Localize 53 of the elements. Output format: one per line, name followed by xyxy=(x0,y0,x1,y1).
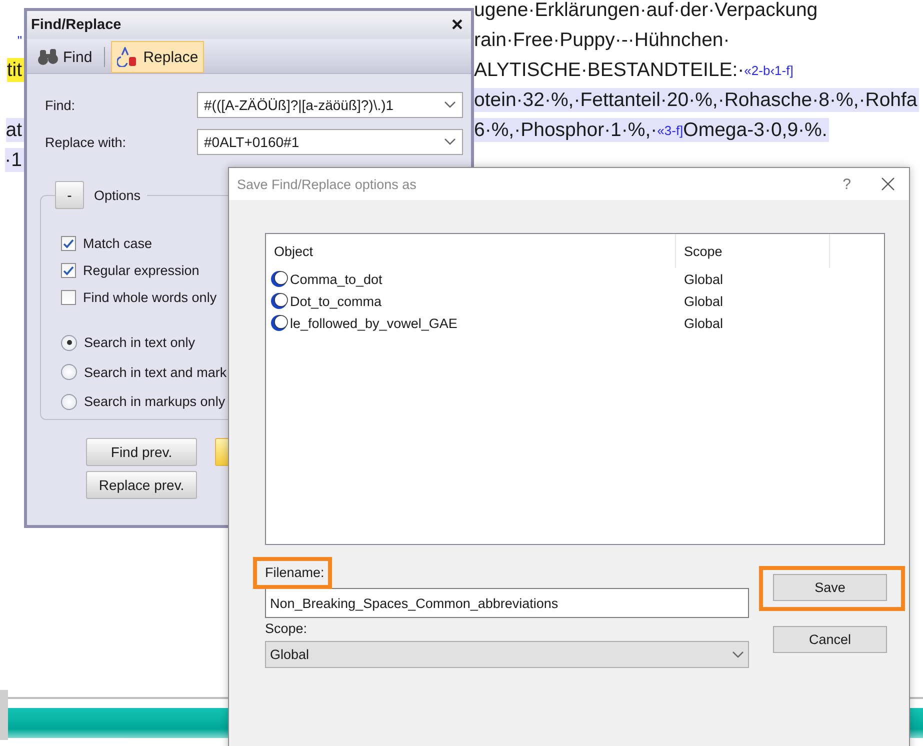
dialog-button[interactable]: Save xyxy=(773,574,887,601)
filename-label: Filename: xyxy=(265,565,324,582)
dialog-button[interactable]: Cancel xyxy=(773,626,887,653)
scope-dropdown[interactable]: Global xyxy=(265,641,749,668)
tab[interactable]: Replace xyxy=(111,41,204,73)
list-item[interactable]: Dot_to_comma xyxy=(290,294,382,308)
tab[interactable]: Find xyxy=(31,41,98,73)
field-label: Find: xyxy=(45,98,76,112)
field-label: Replace with: xyxy=(45,134,128,150)
text-line: ugene·Erklärungen·auf·der·Verpackung xyxy=(474,0,819,22)
crescent-icon xyxy=(270,270,288,288)
checkbox-label[interactable]: Find whole words only xyxy=(83,290,217,305)
collapse-button[interactable]: - xyxy=(55,181,84,209)
chevron-down-icon[interactable] xyxy=(732,650,744,658)
scope-label: Scope: xyxy=(265,621,308,638)
text-line: rain·Free·Puppy·-·Hühnchen· xyxy=(474,28,731,52)
radio-button[interactable] xyxy=(61,394,77,410)
combo-box[interactable]: #(([A-ZÄÖÜß]?|[a-zäöüß]?)\.)1 xyxy=(197,92,463,118)
column-header[interactable]: Object xyxy=(266,234,676,268)
column-header[interactable]: Scope xyxy=(676,234,830,268)
checkbox-label[interactable]: Match case xyxy=(83,236,152,251)
crescent-icon xyxy=(270,292,288,310)
crescent-icon xyxy=(270,314,288,332)
chevron-down-icon[interactable] xyxy=(444,101,456,109)
binoculars-icon xyxy=(37,48,59,66)
radio-button[interactable] xyxy=(61,334,77,351)
radio-label[interactable]: Search in markups only xyxy=(84,394,226,410)
dialog-button[interactable]: Replace prev. xyxy=(86,471,197,499)
group-title: Options xyxy=(94,188,141,202)
text-line: " xyxy=(17,32,23,50)
checkbox[interactable] xyxy=(61,263,76,278)
list-item[interactable]: le_followed_by_vowel_GAE xyxy=(290,316,458,330)
help-button[interactable]: ? xyxy=(842,176,851,192)
text-line: ALYTISCHE·BESTANDTEILE:·«2-b‹1-f] xyxy=(474,58,794,82)
radio-label[interactable]: Search in text and mark xyxy=(84,364,227,380)
filename-field[interactable]: Non_Breaking_Spaces_Common_abbreviations xyxy=(265,588,749,618)
table-cell-text: Global xyxy=(683,316,724,330)
radio-button[interactable] xyxy=(61,364,77,380)
radio-label[interactable]: Search in text only xyxy=(84,335,196,350)
checkbox[interactable] xyxy=(61,236,76,251)
close-icon[interactable] xyxy=(881,177,895,191)
checkbox[interactable] xyxy=(61,290,76,305)
dialog-title: Save Find/Replace options as xyxy=(237,176,418,192)
chevron-down-icon[interactable] xyxy=(444,138,456,146)
dialog-button[interactable]: Find prev. xyxy=(86,438,197,466)
panel-edge xyxy=(0,690,8,740)
checkbox-label[interactable]: Regular expression xyxy=(83,263,200,278)
table-cell-text: Global xyxy=(683,294,724,308)
close-button[interactable]: × xyxy=(451,15,463,35)
list-item[interactable]: Comma_to_dot xyxy=(290,272,382,286)
window-title: Find/Replace xyxy=(31,17,122,33)
table-cell-text: Global xyxy=(683,272,724,286)
combo-box[interactable]: #0ALT+0160#1 xyxy=(197,129,463,155)
